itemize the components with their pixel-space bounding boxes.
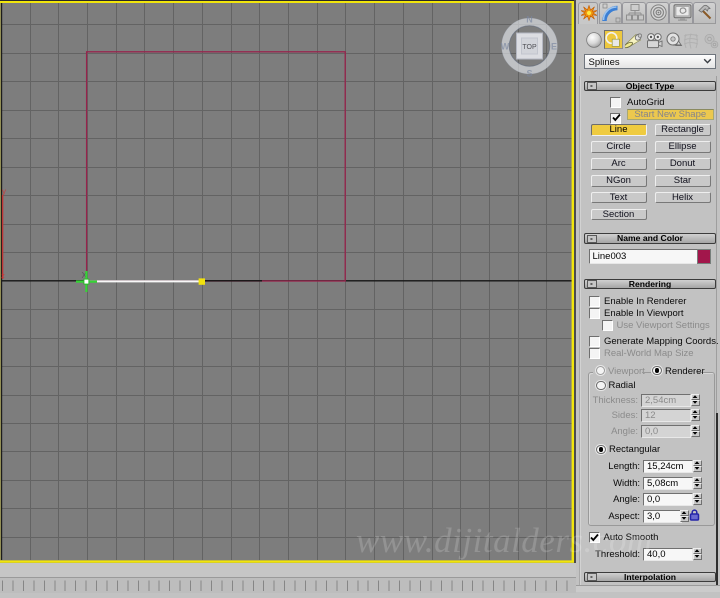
svg-text:E: E	[551, 42, 557, 52]
svg-text:y: y	[2, 187, 6, 196]
svg-text:N: N	[526, 15, 533, 25]
svg-text:TOP: TOP	[522, 44, 537, 51]
svg-text:W: W	[501, 42, 510, 52]
svg-text:z: z	[1, 273, 5, 280]
svg-text:S: S	[526, 69, 532, 79]
